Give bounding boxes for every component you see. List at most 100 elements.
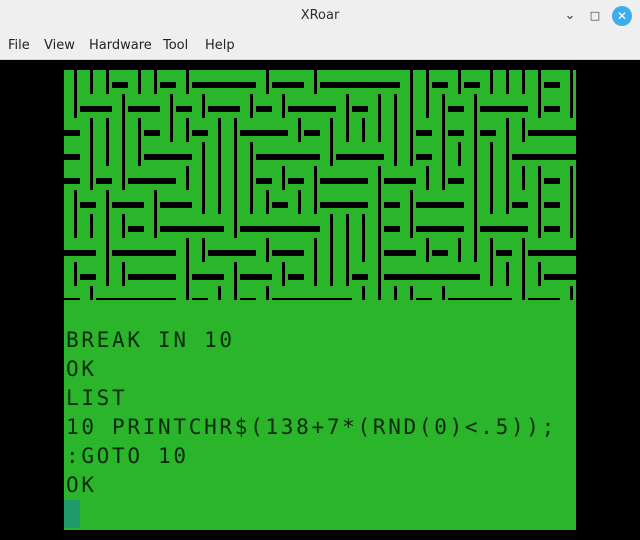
console-line-6: OK <box>66 473 97 497</box>
maze-block <box>288 70 304 82</box>
maze-block <box>480 118 496 130</box>
maze-block <box>64 262 74 286</box>
maze-block <box>512 142 528 154</box>
maze-block <box>224 166 234 190</box>
maze-block <box>464 142 474 166</box>
maze-block <box>368 262 378 286</box>
maze-block <box>240 166 250 190</box>
maze-block <box>560 70 570 94</box>
maze-block <box>288 238 304 250</box>
maze-block <box>560 190 570 214</box>
maze-block <box>352 190 368 202</box>
maze-block <box>80 190 96 202</box>
maze-block <box>256 190 266 214</box>
maze-block <box>288 190 298 214</box>
maze-block <box>256 262 272 274</box>
menu-hardware[interactable]: Hardware <box>89 32 152 60</box>
maze-block <box>320 190 336 202</box>
maximize-icon[interactable]: □ <box>585 6 605 26</box>
maze-block <box>304 238 314 262</box>
maze-block <box>416 286 432 298</box>
maze-block <box>320 142 330 166</box>
maze-block <box>560 94 570 118</box>
maze-block <box>573 214 576 238</box>
maze-block <box>368 70 384 82</box>
maze-block <box>208 94 224 106</box>
maze-block <box>573 166 576 190</box>
maze-block <box>480 94 496 106</box>
maze-block <box>480 214 496 226</box>
maze-block <box>128 286 144 298</box>
menu-tool[interactable]: Tool <box>163 32 188 60</box>
maze-block <box>176 238 186 262</box>
maze-block <box>192 286 208 298</box>
maze-block <box>240 94 250 118</box>
maze-block <box>160 214 176 226</box>
maze-block <box>400 262 416 274</box>
maze-block <box>96 142 106 166</box>
maze-block <box>224 190 234 214</box>
maze-block <box>304 166 314 190</box>
maze-block <box>96 286 112 298</box>
maze-block <box>416 190 432 202</box>
maze-block <box>208 142 218 166</box>
maze-block <box>480 286 496 298</box>
maze-block <box>160 142 176 154</box>
maze-block <box>144 286 160 298</box>
maze-block <box>272 262 282 286</box>
maze-block <box>304 94 320 106</box>
maze-block <box>144 94 160 106</box>
maze-block <box>112 166 122 190</box>
maze-block <box>544 70 560 82</box>
close-icon[interactable]: ✕ <box>612 6 632 26</box>
maze-block <box>208 118 218 142</box>
maze-block <box>192 238 202 262</box>
maze-block <box>144 142 160 154</box>
minimize-icon[interactable]: ⌄ <box>560 6 580 26</box>
maze-block <box>64 166 80 178</box>
maze-block <box>464 70 480 82</box>
maze-block <box>512 238 522 262</box>
maze-block <box>272 70 288 82</box>
maze-block <box>288 166 304 178</box>
maze-block <box>224 70 240 82</box>
maze-block <box>528 190 538 214</box>
maze-block <box>192 94 202 118</box>
menu-file[interactable]: File <box>8 32 30 60</box>
maze-block <box>544 94 560 106</box>
maze-block <box>112 262 122 286</box>
menu-view[interactable]: View <box>44 32 75 60</box>
menu-help[interactable]: Help <box>205 32 235 60</box>
maze-block <box>96 262 106 286</box>
maze-block <box>560 214 570 238</box>
maze-block <box>528 118 544 130</box>
maze-block <box>336 118 346 142</box>
maze-block <box>128 142 138 166</box>
maze-block <box>144 118 160 130</box>
maze-block <box>160 70 176 82</box>
maze-block <box>160 94 170 118</box>
maze-block <box>496 262 506 286</box>
maze-block <box>384 238 400 250</box>
maze-block <box>176 166 186 190</box>
maze-block <box>512 190 528 202</box>
maze-block <box>288 286 304 298</box>
maze-block <box>448 190 464 202</box>
maze-block <box>160 166 176 178</box>
maze-block <box>544 262 560 274</box>
text-cursor <box>64 500 80 528</box>
maze-block <box>128 190 144 202</box>
maze-block <box>416 142 432 154</box>
maze-block <box>256 142 272 154</box>
maze-block <box>192 214 208 226</box>
maze-block <box>176 190 192 202</box>
maze-block <box>496 238 512 250</box>
maze-block <box>432 118 442 142</box>
maze-block <box>128 94 144 106</box>
maze-block <box>368 94 378 118</box>
maze-block <box>496 166 506 190</box>
maze-block <box>464 94 474 118</box>
maze-block <box>448 214 464 226</box>
maze-block <box>192 166 202 190</box>
maze-block <box>400 190 410 214</box>
